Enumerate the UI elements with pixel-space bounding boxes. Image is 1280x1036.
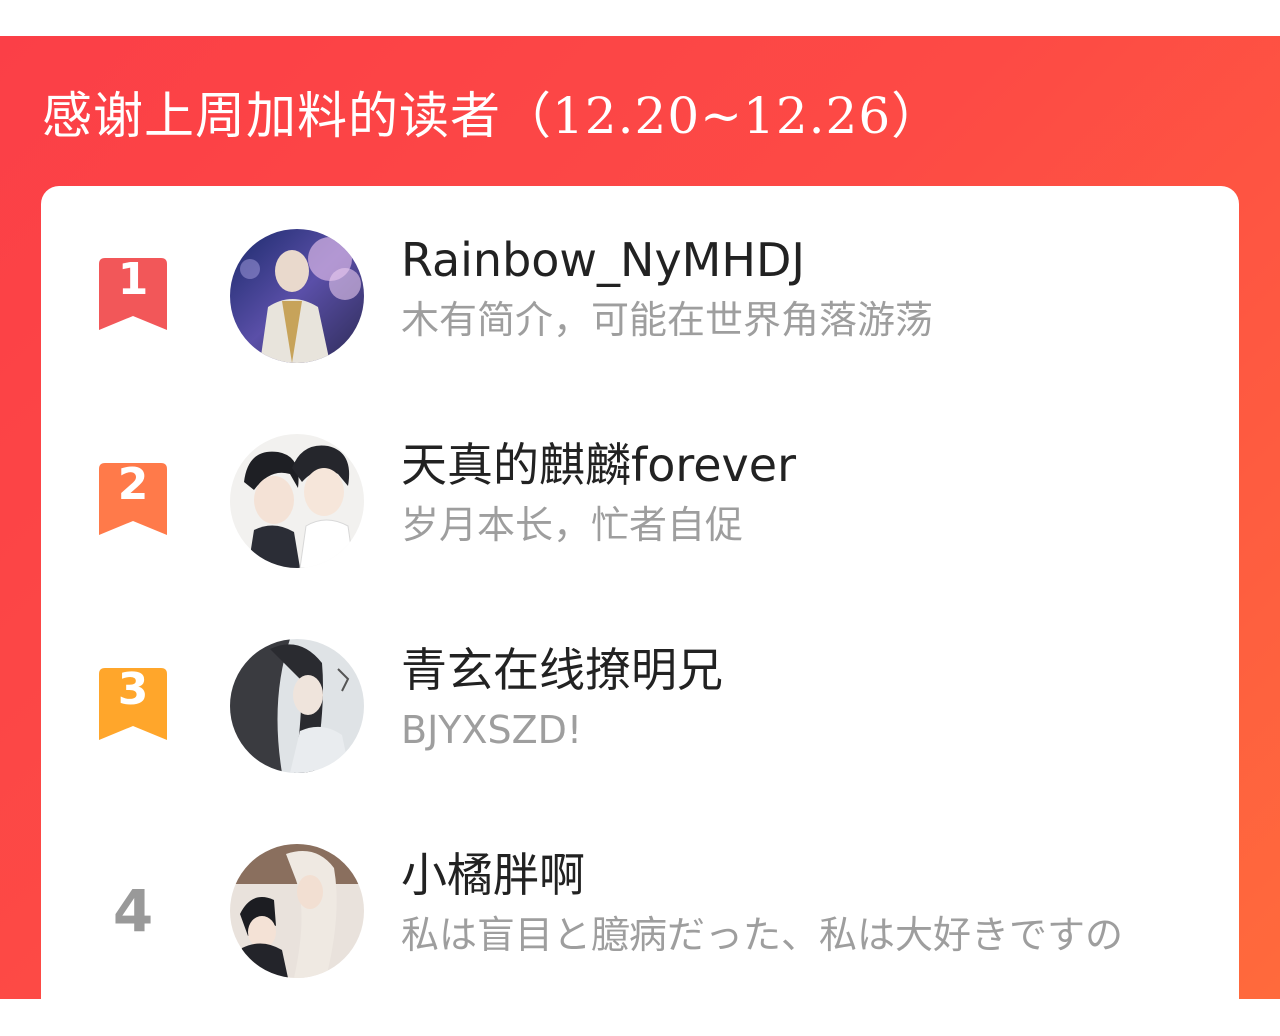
reader-name[interactable]: 小橘胖啊: [401, 847, 585, 903]
reader-name[interactable]: 天真的麒麟forever: [401, 437, 796, 493]
top-strip: [0, 0, 1280, 36]
list-item[interactable]: 2 天真的麒麟forever 岁月本长，忙者自促: [41, 431, 1239, 571]
rank-number: 3: [117, 664, 149, 715]
reader-list-card: 1 Rainbow_NyMHDJ 木有简介，可能在世界角落游荡 2 天真的麒麟f…: [41, 186, 1239, 1036]
reader-bio: BJYXSZD!: [401, 708, 583, 752]
avatar[interactable]: [230, 434, 364, 568]
rank-number: 4: [112, 877, 154, 945]
reader-bio: 木有简介，可能在世界角落游荡: [401, 298, 934, 342]
reader-bio: 岁月本长，忙者自促: [401, 503, 744, 547]
reader-bio: 私は盲目と臆病だった、私は大好きですの: [401, 913, 1124, 957]
avatar[interactable]: [230, 639, 364, 773]
rank-badge-icon: 1: [99, 258, 167, 330]
avatar[interactable]: [230, 229, 364, 363]
reader-name[interactable]: Rainbow_NyMHDJ: [401, 232, 805, 288]
reader-name[interactable]: 青玄在线撩明兄: [401, 642, 723, 698]
rank-badge-icon: 2: [99, 463, 167, 535]
rank-badge-icon: 3: [99, 668, 167, 740]
rank-number: 2: [117, 459, 149, 510]
avatar[interactable]: [230, 844, 364, 978]
list-item[interactable]: 3 青玄在线撩明兄 BJYXSZD!: [41, 636, 1239, 776]
rank-number: 1: [117, 254, 149, 305]
page-title: 感谢上周加料的读者（12.20~12.26）: [42, 87, 943, 145]
list-item[interactable]: 4 小橘胖啊 私は盲目と臆病だった、私は大好きですの: [41, 841, 1239, 981]
list-item[interactable]: 1 Rainbow_NyMHDJ 木有简介，可能在世界角落游荡: [41, 226, 1239, 366]
